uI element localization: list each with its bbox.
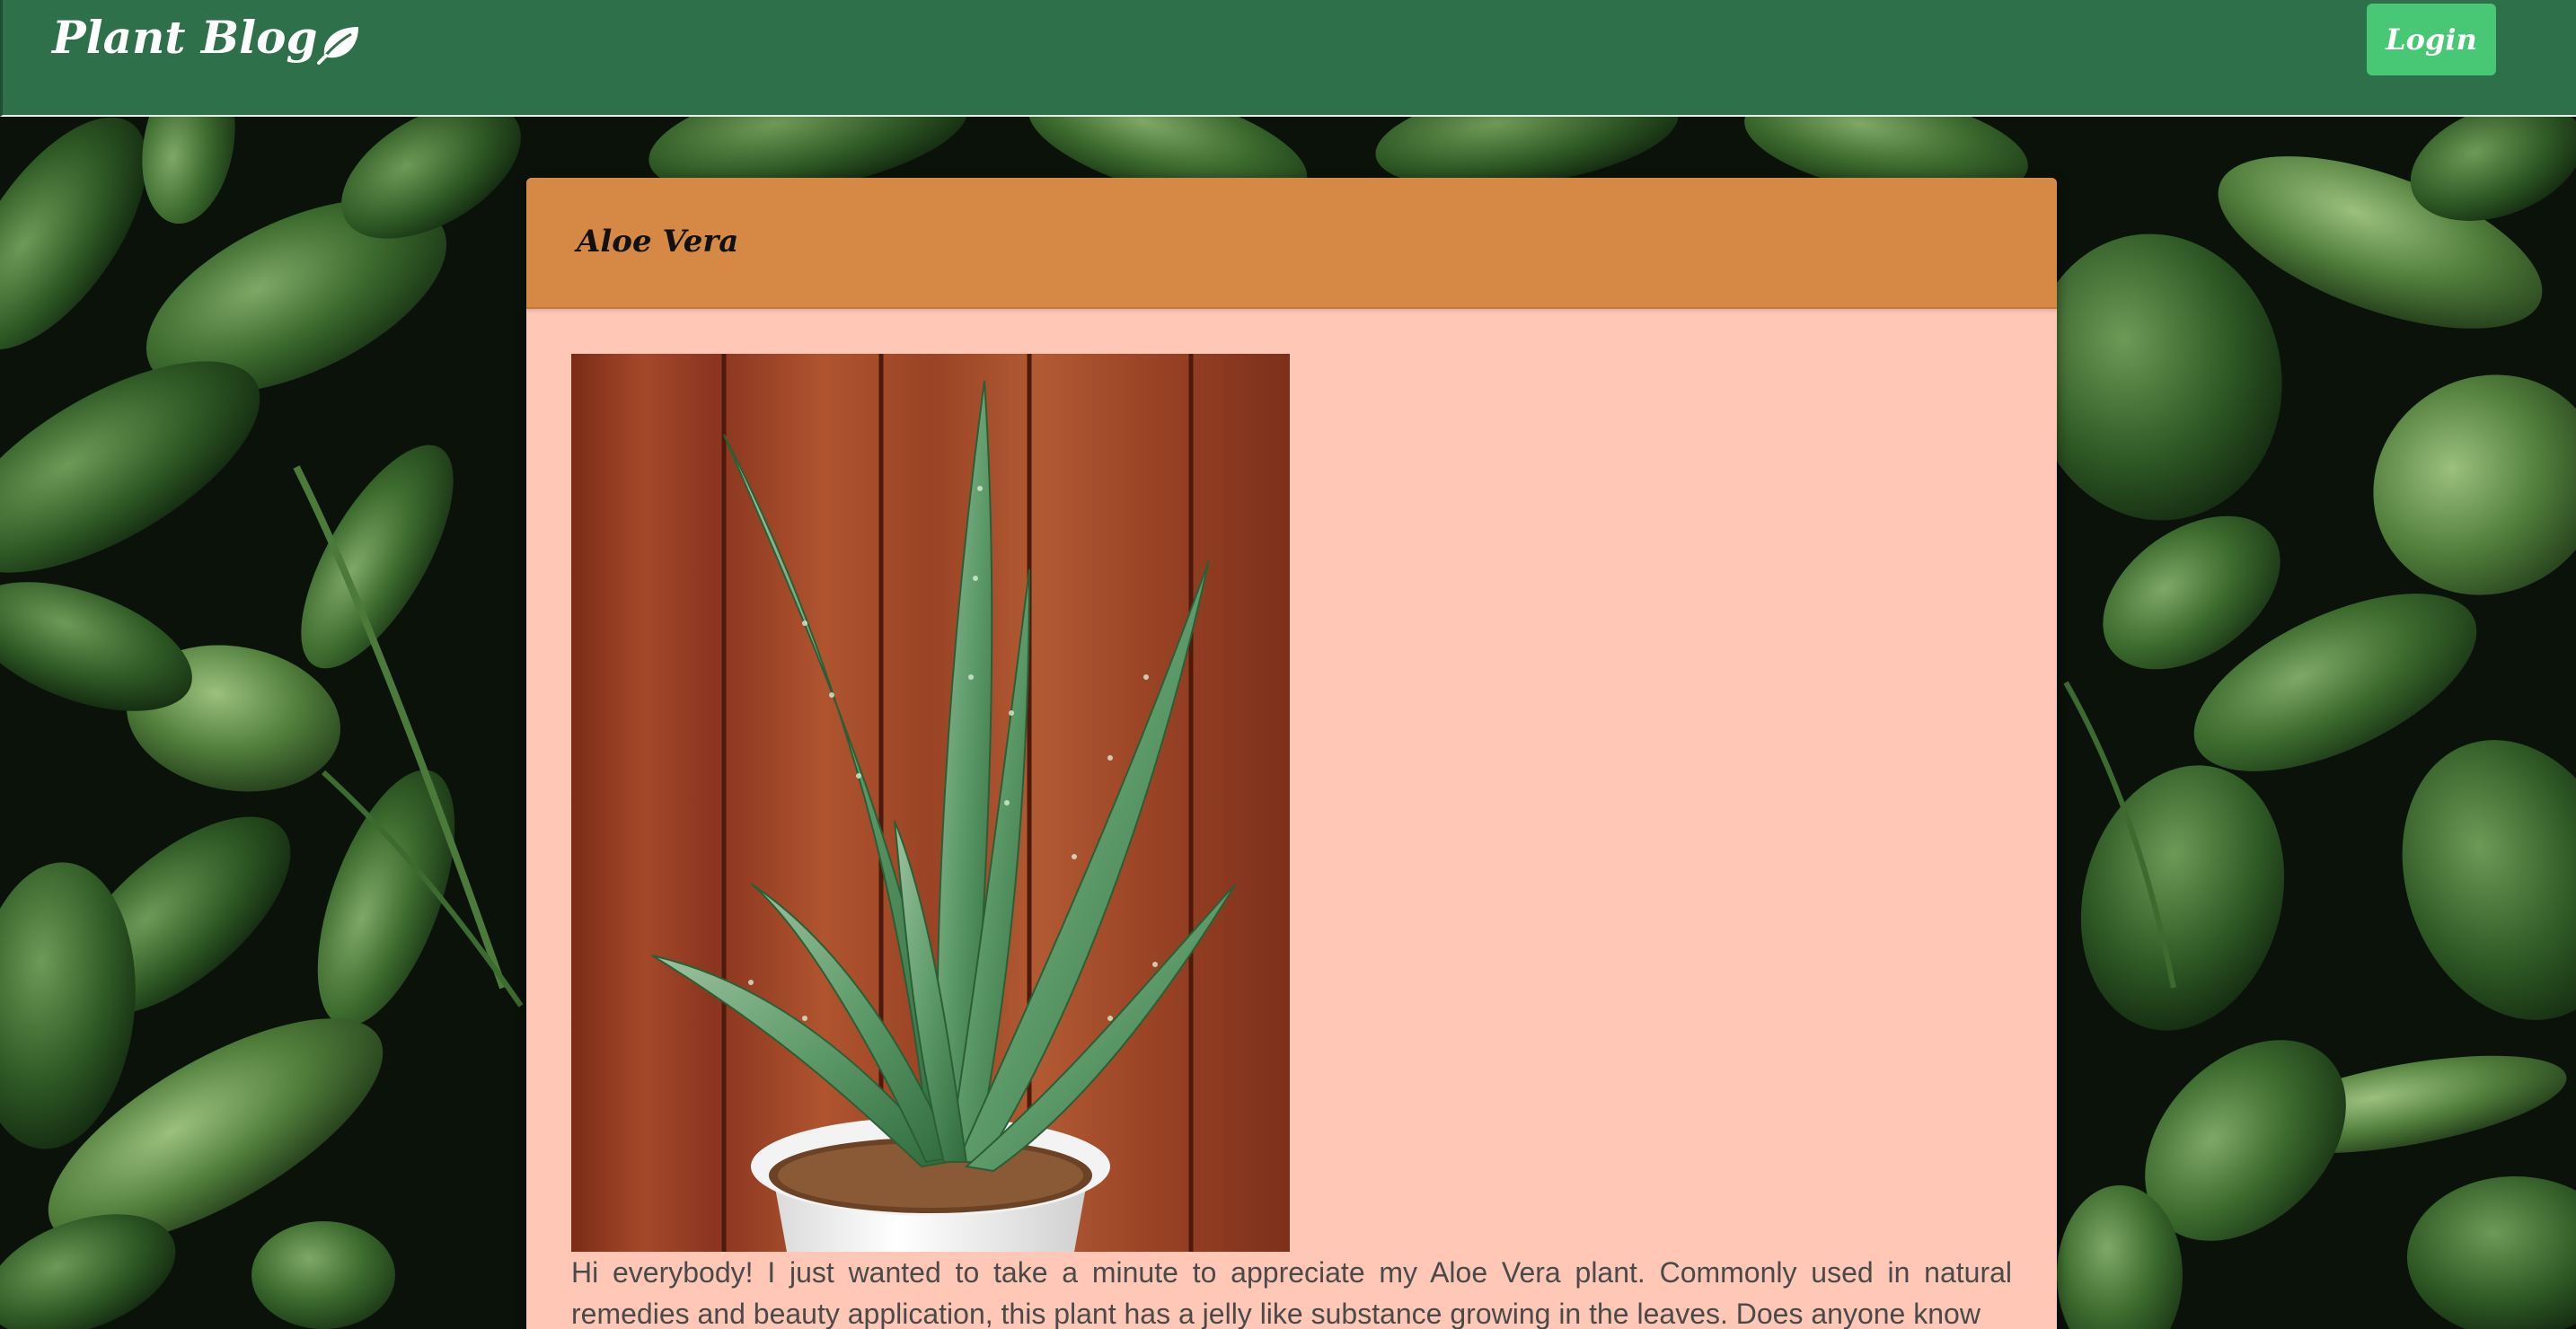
post-card-header: Aloe Vera	[526, 178, 2057, 309]
navbar: Plant Blog Login	[0, 0, 2576, 117]
brand-title: Plant Blog	[52, 11, 318, 64]
brand-logo-link[interactable]: Plant Blog	[52, 2, 362, 74]
leaf-icon	[317, 13, 362, 65]
post-title: Aloe Vera	[577, 224, 739, 260]
post-card: Aloe Vera Hi everybody! I just wanted to…	[526, 178, 2057, 1329]
post-body-text: Hi everybody! I just wanted to take a mi…	[571, 1256, 2012, 1329]
aloe-vera-image	[571, 354, 1290, 1252]
login-button[interactable]: Login	[2367, 4, 2496, 75]
